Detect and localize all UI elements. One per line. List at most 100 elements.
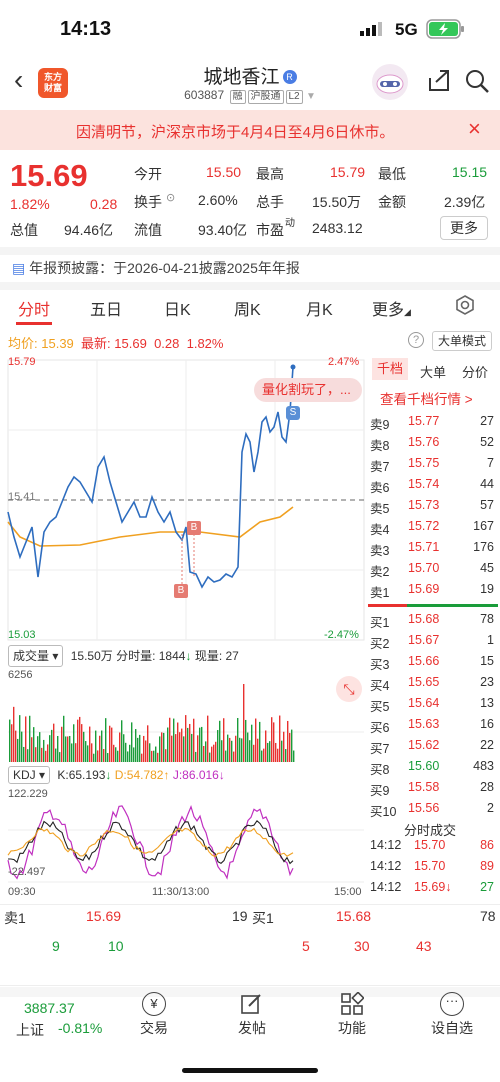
grid-icon[interactable] [340,992,364,1016]
volume-bar [25,716,27,762]
volume-bar [253,744,255,762]
volume-bar [123,734,125,762]
open-label: 今开 [134,166,162,182]
bid-row: 买4 15.65 23 [368,675,496,696]
avatar[interactable] [372,64,408,100]
volume-bar [121,720,123,762]
ask-label: 卖3 [370,544,390,558]
divider [0,282,500,290]
kdj-k: K:65.193 [57,768,106,782]
share-icon[interactable] [426,68,452,94]
kdj-indicator-select[interactable]: KDJ ▾ [8,766,51,784]
volume-bar [91,743,93,762]
bid-price: 15.68 [408,612,440,626]
volume-bar [29,715,31,762]
comment-bubble[interactable]: 量化割玩了，... [254,378,362,402]
ask-price: 15.70 [408,561,440,575]
ask-volume: 52 [480,435,494,449]
amount-value: 2.39亿 [444,194,486,210]
volume-bar [257,738,259,762]
dropdown-icon[interactable]: ▼ [306,91,316,102]
sell-marker[interactable]: S [286,406,300,420]
announcement[interactable]: ▤ 年报预披露：于2026-04-21披露2025年年报 [12,258,300,278]
tab-5day[interactable]: 五日 [90,296,122,320]
time-start: 09:30 [8,886,36,898]
volume-bar [211,746,213,762]
trade-volume: 86 [480,838,494,852]
index-pct[interactable]: -0.81% [58,1020,102,1036]
ask-price: 15.75 [408,456,440,470]
time-mid: 11:30/13:00 [152,886,210,898]
ask-volume: 27 [480,414,494,428]
more-button[interactable]: 更多 [440,216,488,240]
info-icon[interactable]: ⊙ [166,191,175,204]
volume-bar [279,715,281,762]
volume-bar [83,731,85,762]
bid-volume: 23 [480,675,494,689]
amount-label: 金额 [378,194,406,210]
bid-row: 买8 15.60 483 [368,759,496,780]
volume-bar [281,740,283,762]
ask-volume: 167 [473,519,494,533]
volume-bar [23,746,25,762]
volume-bar [109,725,111,762]
volume-bar [181,728,183,762]
expand-icon[interactable]: ⤡ [336,676,362,702]
close-icon[interactable]: × [468,116,481,142]
edit-icon[interactable] [240,992,264,1016]
latest-value: 15.69 [114,336,147,351]
help-icon[interactable]: ? [408,332,424,348]
tab-more[interactable]: 更多◢ [372,296,411,320]
bid-row: 买10 15.56 2 [368,801,496,822]
volume-bar [131,722,133,762]
volume-bar [223,718,225,762]
view-qiandang-link[interactable]: 查看千档行情 > [380,388,473,408]
tab-daily-k[interactable]: 日K [164,296,191,320]
up-arrow-icon: ↑ [163,768,170,782]
tab-monthly-k[interactable]: 月K [306,296,333,320]
volume-bar [87,745,89,762]
volume-bar [151,750,153,762]
volume-bar [79,716,81,762]
tab-fenjia[interactable]: 分价 [462,362,488,381]
volume-bar [179,732,181,762]
volume-bar [37,736,39,762]
volume-bar [197,735,199,762]
volume-indicator-select[interactable]: 成交量 ▾ [8,645,64,667]
bq-bid-price: 15.68 [336,908,372,924]
buy-marker[interactable]: B [187,521,201,535]
ask-label: 卖7 [370,460,390,474]
search-icon[interactable] [464,68,490,94]
nav-watchlist[interactable]: 设自选 [422,1018,482,1038]
notice-text: 因清明节，沪深京市场于4月4日至4月6日休市。 [76,124,395,141]
bid-price: 15.60 [408,759,440,773]
intraday-chart[interactable] [0,352,368,902]
bq-n4: 30 [354,938,370,954]
volume-bar [219,720,221,762]
index-value[interactable]: 3887.37 [24,1000,75,1016]
volume-bar [265,730,267,762]
tab-qiandang[interactable]: 千档 [372,358,408,380]
trade-price: 15.69↓ [414,880,452,894]
nav-post[interactable]: 发帖 [222,1018,282,1038]
tab-weekly-k[interactable]: 周K [234,296,261,320]
volume-bar [13,706,15,762]
bid-label: 买9 [370,784,390,798]
vol-max: 6256 [8,669,33,681]
low-label: 最低 [378,166,406,182]
nav-function[interactable]: 功能 [322,1018,382,1038]
tab-dadan[interactable]: 大单 [420,362,446,381]
tab-intraday[interactable]: 分时 [18,296,50,320]
nav-trade[interactable]: 交易 [124,1018,184,1038]
gear-icon[interactable] [454,294,476,316]
more-dots-icon[interactable]: ··· [440,992,464,1016]
volume-bar [95,730,97,762]
yen-icon[interactable]: ¥ [142,992,166,1016]
big-order-mode-button[interactable]: 大单模式 [432,331,492,351]
buy-marker[interactable]: B [174,584,188,598]
index-name[interactable]: 上证 [16,1020,44,1040]
mcap-label: 总值 [10,222,38,238]
volume-bar [217,730,219,762]
volume-bar [69,735,71,762]
volume-bar [269,741,271,762]
